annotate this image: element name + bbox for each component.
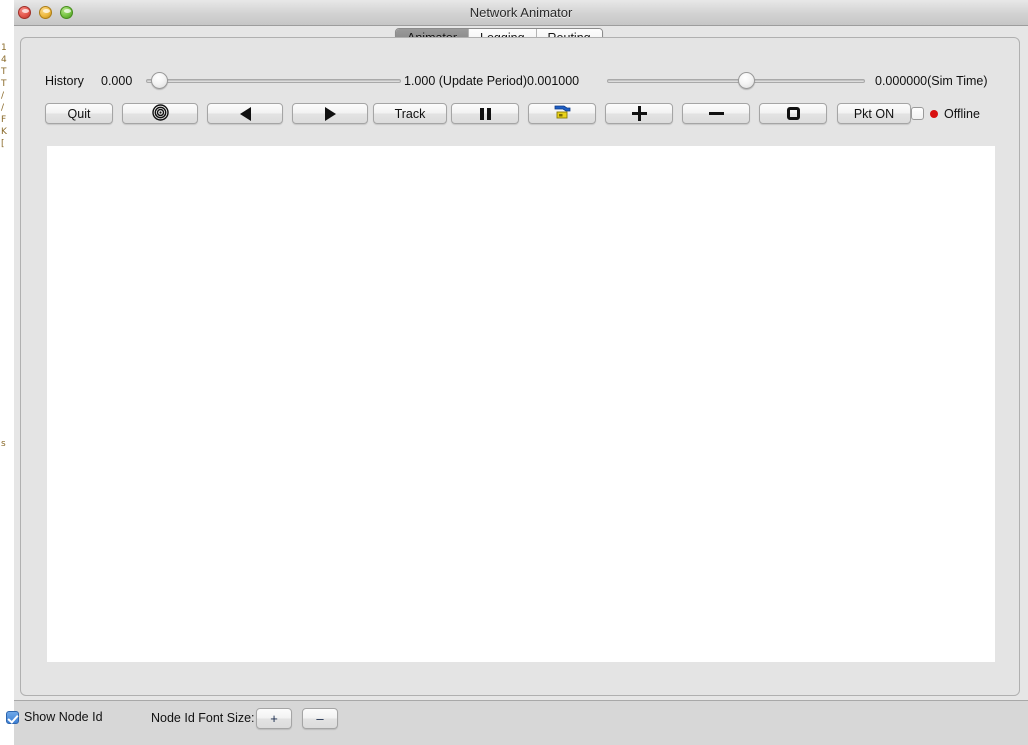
update-period-slider-thumb[interactable] bbox=[738, 72, 755, 89]
animation-canvas[interactable] bbox=[47, 146, 995, 662]
plus-icon bbox=[632, 106, 647, 121]
application-window: Network Animator Animator Logging Routin… bbox=[14, 0, 1028, 745]
target-button[interactable] bbox=[122, 103, 198, 124]
quit-button[interactable]: Quit bbox=[45, 103, 113, 124]
play-back-icon bbox=[240, 107, 251, 121]
slider-row: History 0.000 1.000 (Update Period)0.001… bbox=[21, 69, 1021, 93]
offline-status-label: Offline bbox=[944, 107, 980, 121]
history-slider-thumb[interactable] bbox=[151, 72, 168, 89]
history-min-value: 0.000 bbox=[101, 69, 132, 93]
step-back-button[interactable] bbox=[207, 103, 283, 124]
zoom-in-button[interactable] bbox=[605, 103, 673, 124]
target-icon bbox=[152, 104, 169, 124]
history-slider[interactable] bbox=[146, 69, 401, 93]
desktop-glyph-column: 1 4 T T / / F K [ s bbox=[1, 42, 13, 450]
pause-button[interactable] bbox=[451, 103, 519, 124]
offline-checkbox[interactable] bbox=[911, 107, 924, 120]
play-button[interactable] bbox=[292, 103, 368, 124]
show-node-id-checkbox[interactable] bbox=[6, 711, 19, 724]
update-period-slider[interactable] bbox=[607, 69, 865, 93]
toolbar: Quit Track bbox=[21, 103, 1021, 129]
show-node-id-group[interactable]: Show Node Id bbox=[6, 710, 103, 724]
pause-icon bbox=[480, 108, 491, 120]
sim-time-label: 0.000000(Sim Time) bbox=[875, 69, 988, 93]
update-period-slider-track[interactable] bbox=[607, 79, 865, 83]
zoom-out-button[interactable] bbox=[682, 103, 750, 124]
node-id-font-size-label: Node Id Font Size: bbox=[151, 711, 255, 725]
offline-indicator-group: Offline bbox=[911, 103, 980, 124]
font-size-increase-button[interactable]: + bbox=[256, 708, 292, 729]
screenshot-button[interactable] bbox=[528, 103, 596, 124]
history-label: History bbox=[45, 69, 84, 93]
square-icon bbox=[787, 107, 800, 120]
status-led-icon bbox=[930, 110, 938, 118]
desktop-background-strip: 1 4 T T / / F K [ s bbox=[0, 0, 14, 745]
minus-icon bbox=[709, 106, 724, 121]
history-slider-track[interactable] bbox=[146, 79, 401, 83]
track-button[interactable]: Track bbox=[373, 103, 447, 124]
play-icon bbox=[325, 107, 336, 121]
show-node-id-label: Show Node Id bbox=[24, 710, 103, 724]
status-bar: Show Node Id Node Id Font Size: + – bbox=[14, 700, 1028, 745]
title-bar: Network Animator bbox=[14, 0, 1028, 26]
packet-toggle-button[interactable]: Pkt ON bbox=[837, 103, 911, 124]
camera-icon bbox=[553, 104, 572, 124]
stop-button[interactable] bbox=[759, 103, 827, 124]
window-title: Network Animator bbox=[14, 0, 1028, 25]
animator-panel: History 0.000 1.000 (Update Period)0.001… bbox=[20, 37, 1020, 696]
update-period-label: 1.000 (Update Period)0.001000 bbox=[404, 69, 579, 93]
font-size-decrease-button[interactable]: – bbox=[302, 708, 338, 729]
